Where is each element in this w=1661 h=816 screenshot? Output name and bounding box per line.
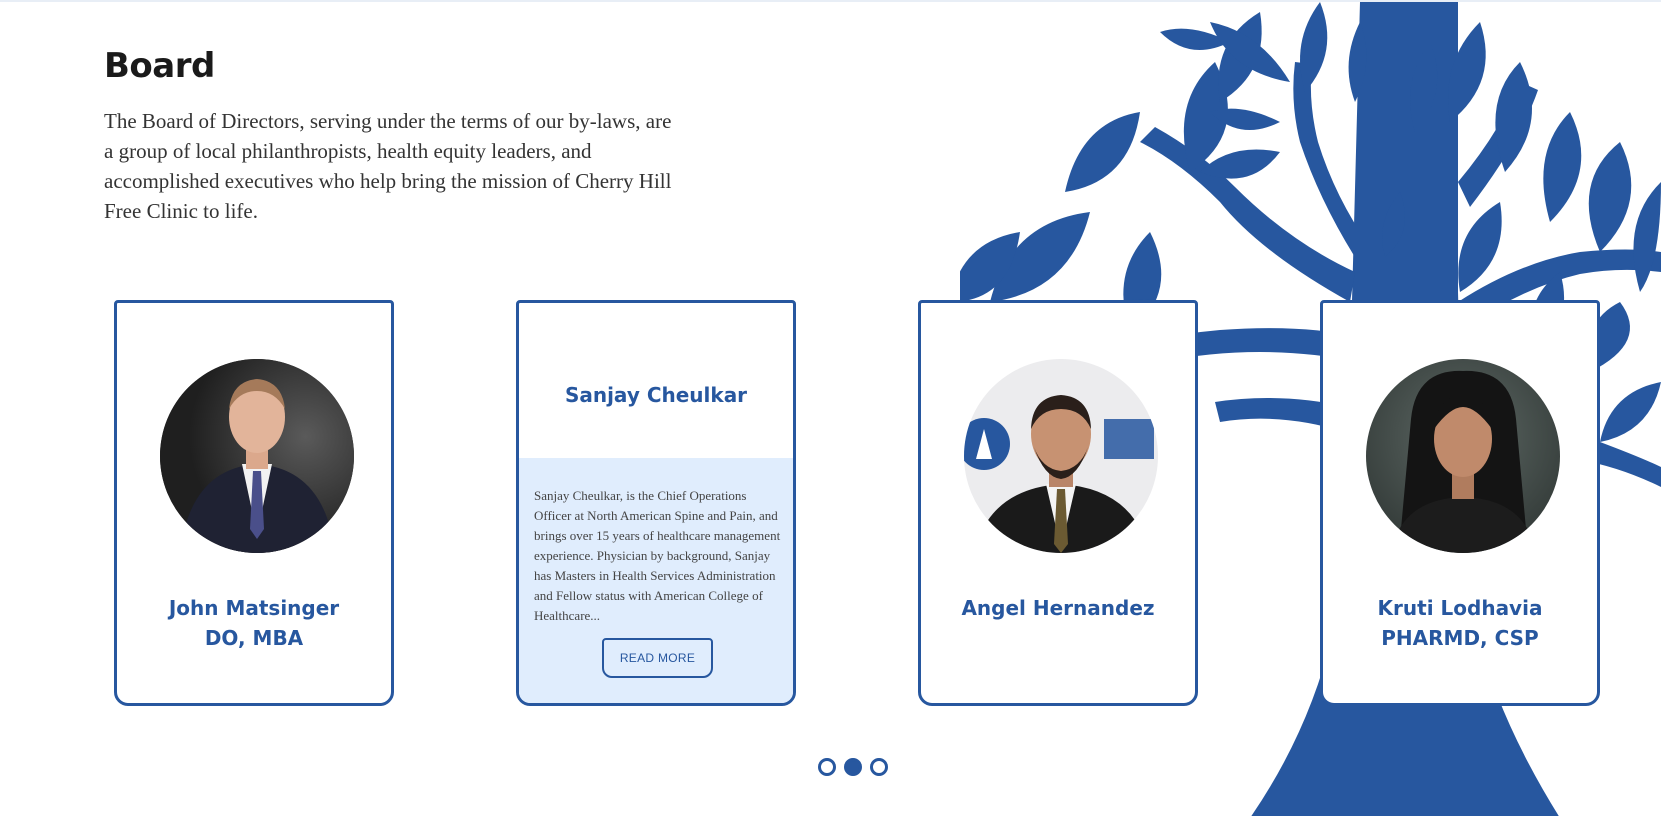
board-section: Board The Board of Directors, serving un…	[0, 0, 1661, 816]
avatar	[160, 359, 354, 553]
pagination-dot[interactable]	[870, 758, 888, 776]
member-name-text: Kruti Lodhavia	[1377, 596, 1543, 620]
board-member-card[interactable]: Angel Hernandez	[918, 300, 1198, 706]
member-name: Angel Hernandez	[921, 593, 1195, 623]
member-credentials: DO, MBA	[204, 626, 304, 650]
member-bio: Sanjay Cheulkar, is the Chief Operations…	[534, 488, 781, 623]
read-more-button[interactable]: READ MORE	[602, 638, 713, 678]
carousel-pagination	[818, 758, 888, 778]
avatar	[964, 359, 1158, 553]
avatar	[1366, 359, 1560, 553]
board-member-card[interactable]: Kruti Lodhavia PHARMD, CSP	[1320, 300, 1600, 706]
board-description: The Board of Directors, serving under th…	[104, 109, 672, 223]
member-name-text: John Matsinger	[168, 596, 340, 620]
page-title: Board	[104, 46, 215, 86]
pagination-dot[interactable]	[818, 758, 836, 776]
board-member-card-expanded[interactable]: Sanjay Cheulkar Sanjay Cheulkar, is the …	[516, 300, 796, 706]
bio-panel: Sanjay Cheulkar, is the Chief Operations…	[519, 458, 793, 703]
member-name: Kruti Lodhavia PHARMD, CSP	[1323, 593, 1597, 653]
board-member-card[interactable]: John Matsinger DO, MBA	[114, 300, 394, 706]
member-credentials: PHARMD, CSP	[1381, 626, 1539, 650]
member-name: Sanjay Cheulkar	[564, 383, 748, 407]
member-name: John Matsinger DO, MBA	[117, 593, 391, 653]
member-name-text: Angel Hernandez	[961, 596, 1155, 620]
pagination-dot-active[interactable]	[844, 758, 862, 776]
board-intro: Board The Board of Directors, serving un…	[104, 46, 684, 226]
